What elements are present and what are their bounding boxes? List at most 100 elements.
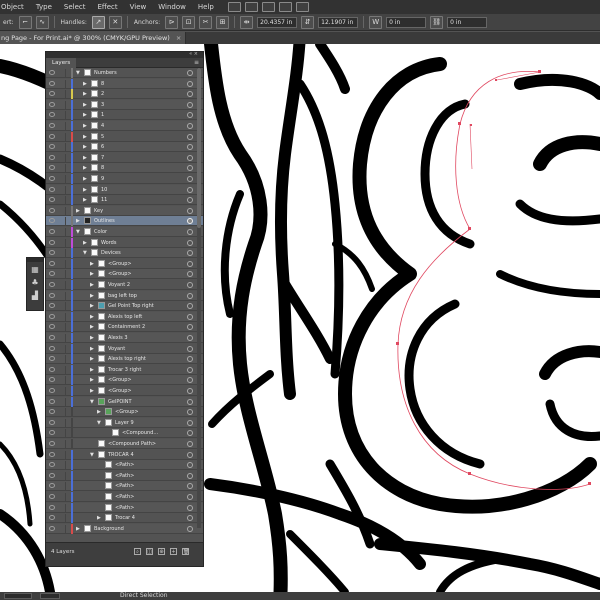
target-circle-icon[interactable] — [187, 239, 193, 246]
layer-row[interactable]: ▶ Background — [46, 523, 203, 534]
layer-row[interactable]: ▶ Voyant — [46, 343, 203, 354]
lock-toggle[interactable] — [58, 493, 66, 501]
visibility-eye-icon[interactable] — [49, 154, 55, 160]
expand-arrow-icon[interactable]: ▶ — [90, 322, 94, 332]
layer-row[interactable]: ▶ 2 — [46, 89, 203, 100]
visibility-eye-icon[interactable] — [49, 229, 55, 234]
visibility-eye-icon[interactable] — [49, 472, 55, 478]
expand-arrow-icon[interactable]: ▶ — [90, 375, 94, 385]
collapse-arrow-icon[interactable]: ▼ — [83, 248, 87, 258]
target-circle-icon[interactable] — [187, 197, 193, 204]
layer-row[interactable]: ▶ 7 — [46, 152, 203, 163]
layer-row[interactable]: <Path> — [46, 481, 203, 492]
visibility-eye-icon[interactable] — [49, 345, 55, 351]
target-circle-icon[interactable] — [187, 335, 193, 341]
lock-toggle[interactable] — [58, 408, 66, 417]
close-icon[interactable]: × — [176, 34, 181, 42]
expand-arrow-icon[interactable]: ▶ — [83, 110, 87, 120]
y-field[interactable]: 12.1907 in — [318, 16, 359, 28]
visibility-eye-icon[interactable] — [49, 494, 55, 499]
lock-toggle[interactable] — [58, 514, 66, 523]
visibility-eye-icon[interactable] — [49, 303, 55, 309]
visibility-eye-icon[interactable] — [49, 441, 55, 446]
handles-show-button[interactable]: ↗ — [91, 15, 105, 29]
lock-toggle[interactable] — [58, 524, 66, 533]
artboard-icon[interactable]: ▦ — [29, 265, 41, 275]
layer-row[interactable]: ▼ Numbers — [46, 68, 203, 78]
layer-row[interactable]: ▶ 8 — [46, 78, 203, 89]
target-circle-icon[interactable] — [187, 229, 193, 235]
layer-row[interactable]: ▶ <Group> — [46, 407, 203, 418]
make-clipping-mask-icon[interactable]: ◫ — [146, 548, 153, 555]
visibility-eye-icon[interactable] — [49, 250, 55, 256]
lock-toggle[interactable] — [58, 164, 66, 173]
visibility-eye-icon[interactable] — [49, 377, 55, 383]
collapse-arrow-icon[interactable]: ▼ — [90, 450, 94, 460]
expand-arrow-icon[interactable]: ▶ — [83, 121, 87, 131]
lock-toggle[interactable] — [58, 482, 66, 491]
visibility-eye-icon[interactable] — [49, 197, 55, 203]
lock-toggle[interactable] — [58, 153, 66, 162]
lock-toggle[interactable] — [58, 312, 66, 321]
target-circle-icon[interactable] — [187, 218, 193, 225]
lock-toggle[interactable] — [58, 429, 66, 438]
target-circle-icon[interactable] — [187, 292, 193, 299]
layers-scrollbar[interactable] — [197, 68, 201, 528]
lock-toggle[interactable] — [58, 503, 66, 512]
lock-toggle[interactable] — [58, 217, 66, 226]
visibility-eye-icon[interactable] — [49, 144, 55, 150]
visibility-eye-icon[interactable] — [49, 483, 55, 489]
visibility-eye-icon[interactable] — [49, 207, 55, 213]
target-circle-icon[interactable] — [187, 176, 193, 182]
visibility-eye-icon[interactable] — [49, 123, 55, 128]
collapse-close-icon[interactable]: « × — [189, 52, 198, 57]
artboard-nav-field[interactable] — [40, 593, 60, 599]
expand-arrow-icon[interactable]: ▶ — [90, 386, 94, 396]
visibility-eye-icon[interactable] — [49, 239, 55, 245]
target-circle-icon[interactable] — [187, 388, 193, 394]
layer-row[interactable]: ▶ Outlines — [46, 216, 203, 227]
visibility-eye-icon[interactable] — [49, 271, 55, 277]
target-circle-icon[interactable] — [187, 207, 193, 214]
layer-row[interactable]: ▶ 5 — [46, 131, 203, 142]
visibility-eye-icon[interactable] — [49, 186, 55, 192]
visibility-eye-icon[interactable] — [49, 91, 55, 97]
visibility-eye-icon[interactable] — [49, 101, 55, 107]
brush-icon[interactable] — [295, 2, 309, 12]
x-field[interactable]: 20.4357 in — [257, 16, 298, 28]
layer-row[interactable]: ▶ Containment 2 — [46, 322, 203, 333]
visibility-eye-icon[interactable] — [49, 70, 55, 75]
menu-view[interactable]: View — [124, 0, 153, 14]
target-circle-icon[interactable] — [187, 80, 193, 87]
layer-row[interactable]: ▶ Trocar 3 right — [46, 364, 203, 375]
symbol-sprayer-icon[interactable]: ♣ — [29, 278, 41, 288]
lock-toggle[interactable] — [58, 461, 66, 470]
lock-toggle[interactable] — [58, 111, 66, 120]
expand-arrow-icon[interactable]: ▶ — [76, 206, 80, 216]
target-circle-icon[interactable] — [187, 377, 193, 384]
layer-row[interactable]: ▼ GelPOINT — [46, 396, 203, 407]
arrange-icon[interactable] — [261, 2, 275, 12]
convert-corner-button[interactable]: ⌐ — [18, 15, 32, 29]
layer-row[interactable]: ▶ 1 — [46, 110, 203, 121]
expand-arrow-icon[interactable]: ▶ — [76, 524, 80, 534]
lock-toggle[interactable] — [58, 323, 66, 332]
visibility-eye-icon[interactable] — [49, 419, 55, 425]
visibility-eye-icon[interactable] — [49, 292, 55, 298]
layer-row[interactable]: <Compound... — [46, 428, 203, 439]
menu-window[interactable]: Window — [152, 0, 192, 14]
target-circle-icon[interactable] — [187, 260, 193, 267]
target-circle-icon[interactable] — [187, 154, 193, 161]
expand-arrow-icon[interactable]: ▶ — [83, 142, 87, 152]
target-circle-icon[interactable] — [187, 324, 193, 331]
layer-row[interactable]: ▶ <Group> — [46, 269, 203, 280]
anchor-cut-button[interactable]: ✂ — [199, 15, 213, 29]
layer-row[interactable]: ▶ <Group> — [46, 386, 203, 396]
expand-arrow-icon[interactable]: ▶ — [83, 79, 87, 89]
target-circle-icon[interactable] — [187, 441, 193, 447]
visibility-eye-icon[interactable] — [49, 335, 55, 340]
collapse-arrow-icon[interactable]: ▼ — [90, 397, 94, 407]
lock-toggle[interactable] — [58, 69, 66, 77]
visibility-eye-icon[interactable] — [49, 218, 55, 224]
target-circle-icon[interactable] — [187, 144, 193, 151]
